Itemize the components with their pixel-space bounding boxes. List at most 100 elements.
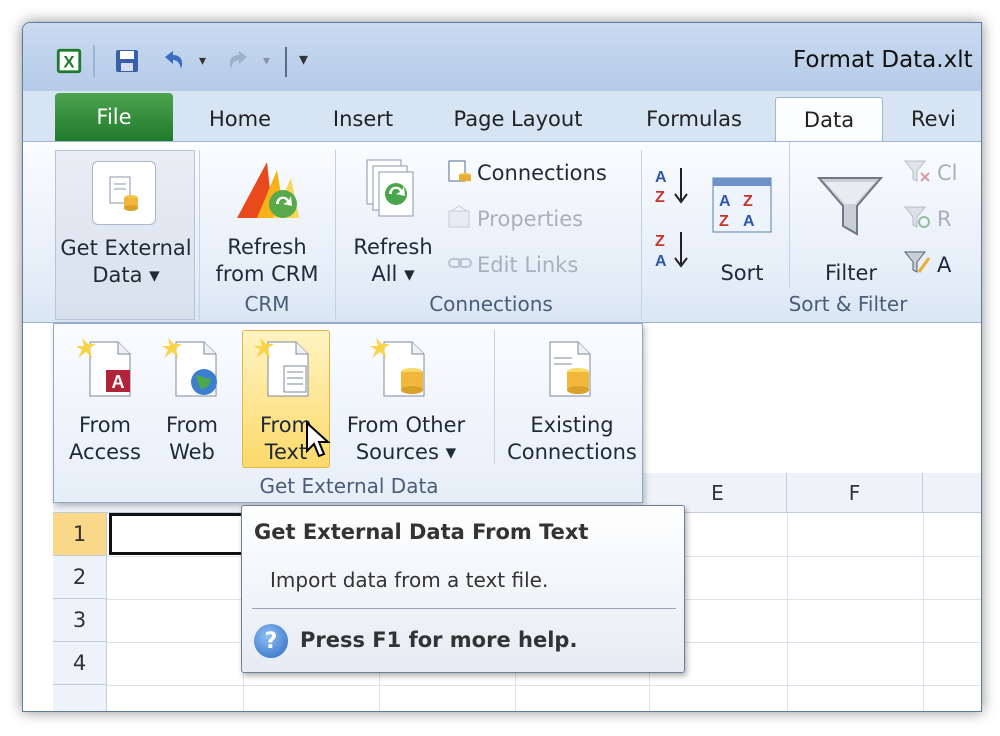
grid-line [787,513,788,711]
properties-label: Properties [477,207,584,231]
tab-data[interactable]: Data [775,97,883,141]
get-external-data-label-1: Get External [60,236,192,260]
svg-text:A: A [655,253,667,270]
connections-icon [447,159,477,187]
row-header-1[interactable]: 1 [53,513,107,556]
filter-funnel-icon [816,174,884,242]
refresh-from-crm-button[interactable]: Refresh from CRM [207,150,327,290]
crm-refresh-icon [233,156,303,230]
get-external-data-label-2: Data ▾ [92,263,160,287]
refresh-all-button[interactable]: Refresh All ▾ [343,150,443,290]
group-separator [641,150,642,320]
group-separator [199,150,200,320]
other-sources-database-icon [366,334,432,404]
sort-label: Sort [720,261,764,285]
row-header-2[interactable]: 2 [53,556,107,599]
svg-text:A: A [743,213,755,230]
excel-window: X ▾ ▾ ▾ Format Data.xlt File Home Insert… [22,22,982,712]
grid-line [107,685,981,686]
grid-line [923,513,924,711]
text-file-icon [250,334,316,404]
sort-a-to-z-button[interactable]: AZ [653,164,693,212]
qat-separator [93,45,95,77]
clear-filter-icon [903,159,937,187]
get-external-data-button[interactable]: Get External Data ▾ [55,150,195,320]
svg-text:A: A [112,372,125,392]
clear-filter-button[interactable]: Cl [903,156,981,190]
get-external-data-group-label: Get External Data [259,474,439,498]
existing-connections-button[interactable]: Existing Connections [504,330,640,470]
tooltip-separator [252,608,676,609]
from-web-button[interactable]: From Web [154,330,230,470]
advanced-filter-icon [903,250,937,280]
svg-text:A: A [719,193,731,210]
tab-file[interactable]: File [55,93,173,141]
svg-text:Z: Z [743,193,753,210]
tooltip-help-text: Press F1 for more help. [300,628,578,652]
reapply-icon [903,205,937,233]
svg-text:Z: Z [719,213,729,230]
sort-filter-divider [789,142,790,288]
svg-text:A: A [655,169,667,186]
connections-button[interactable]: Connections [447,156,627,190]
customize-qat-icon[interactable]: ▾ [299,49,308,70]
tab-home[interactable]: Home [199,97,281,141]
row-header-3[interactable]: 3 [53,599,107,642]
filter-label: Filter [824,261,877,285]
access-file-icon: A [72,334,138,404]
edit-links-label: Edit Links [477,253,579,277]
svg-text:Z: Z [655,189,665,206]
from-other-sources-label-2: Sources ▾ [355,440,457,464]
save-icon[interactable] [113,47,141,75]
properties-button[interactable]: Properties [447,202,627,236]
from-web-label-2: Web [169,440,215,464]
dropdown-divider [494,330,495,464]
ribbon: Get External Data ▾ Refresh from CRM CRM… [23,141,981,323]
row-header-4[interactable]: 4 [53,642,107,685]
redo-icon[interactable] [225,47,253,75]
refresh-all-label-1: Refresh [353,235,433,259]
title-bar: X ▾ ▾ ▾ Format Data.xlt [23,23,981,91]
existing-connections-icon [532,334,598,404]
column-header-f[interactable]: F [787,473,923,513]
help-icon: ? [254,624,288,658]
redo-dropdown-icon[interactable]: ▾ [263,53,270,69]
tab-insert[interactable]: Insert [323,97,403,141]
filter-button[interactable]: Filter [803,150,899,290]
group-separator [335,150,336,320]
reapply-label: R [937,207,952,231]
from-access-button[interactable]: A From Access [64,330,146,470]
connections-group-label: Connections [429,292,553,316]
tab-page-layout[interactable]: Page Layout [449,97,587,141]
reapply-button[interactable]: R [903,202,981,236]
sort-filter-group-label: Sort & Filter [788,292,908,316]
undo-dropdown-icon[interactable]: ▾ [199,53,206,69]
refresh-all-label-2: All ▾ [371,262,415,286]
qat-separator-2 [285,47,287,77]
existing-connections-label-2: Connections [507,440,637,464]
database-icon [92,161,156,225]
chain-link-icon [447,253,477,277]
from-other-sources-label-1: From Other [346,413,466,437]
edit-links-button[interactable]: Edit Links [447,248,627,282]
tab-formulas[interactable]: Formulas [639,97,749,141]
tooltip-description: Import data from a text file. [270,568,549,592]
from-web-label-1: From [165,413,219,437]
undo-icon[interactable] [159,47,187,75]
connections-label: Connections [477,161,607,185]
row-header-5[interactable] [53,685,107,711]
refresh-crm-label-1: Refresh [227,235,307,259]
sort-z-to-a-button[interactable]: ZA [653,228,693,276]
window-title: Format Data.xlt [793,47,973,73]
sort-button[interactable]: AZZA Sort [703,150,781,290]
svg-text:Z: Z [655,233,665,250]
active-cell-a1[interactable] [109,513,245,555]
sort-ascending-icon: AZ [655,168,688,206]
advanced-filter-button[interactable]: A [903,248,981,282]
get-external-data-dropdown: A From Access From Web From Text From Ot… [53,323,643,503]
from-other-sources-button[interactable]: From Other Sources ▾ [336,330,476,470]
from-access-label-1: From [78,413,132,437]
existing-connections-label-1: Existing [530,413,614,437]
refresh-all-icon [363,156,423,226]
tab-review[interactable]: Revi [911,97,981,141]
